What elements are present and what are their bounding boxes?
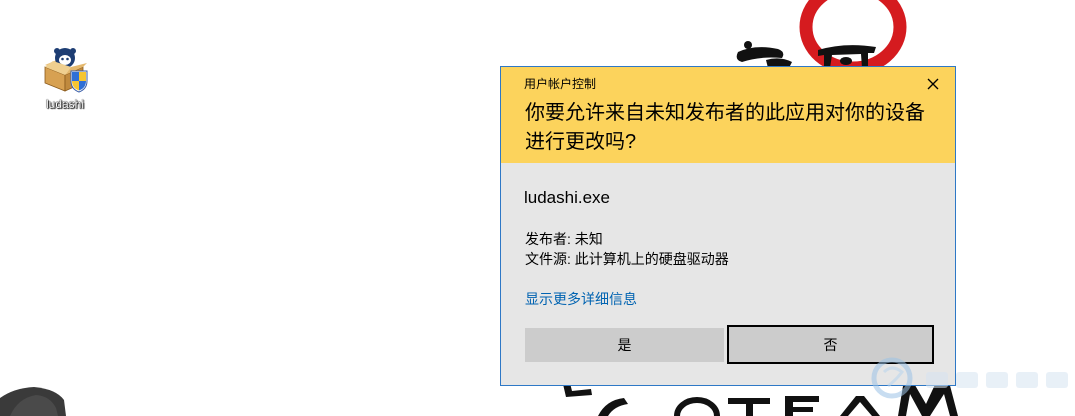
ludashi-installer-icon: [44, 48, 88, 93]
uac-dialog: 用户帐户控制 你要允许来自未知发布者的此应用对你的设备进行更改吗? ludash…: [500, 66, 956, 386]
brush-blob: [840, 57, 852, 65]
close-button[interactable]: [922, 73, 944, 95]
brush-stroke: [746, 398, 753, 416]
brush-stroke: [598, 398, 628, 416]
mascot-eye: [61, 57, 64, 61]
mascot-face: [59, 55, 71, 65]
brush-stroke: [840, 396, 880, 416]
brush-stroke: [785, 396, 819, 402]
brush-ring: [674, 397, 720, 416]
dark-shape-bottom-left: [0, 387, 66, 416]
desktop-icon-ludashi[interactable]: ludashi: [35, 45, 95, 111]
brush-stroke: [785, 407, 813, 412]
red-brush-ring: [799, 0, 907, 75]
yes-button-label: 是: [617, 337, 632, 353]
red-brush-circle: [799, 0, 907, 75]
show-details-link[interactable]: 显示更多详细信息: [525, 289, 637, 309]
uac-question: 你要允许来自未知发布者的此应用对你的设备进行更改吗?: [525, 102, 925, 153]
dialog-title: 用户帐户控制: [524, 77, 597, 91]
no-button[interactable]: 否: [727, 325, 934, 364]
close-icon: [927, 78, 939, 90]
uac-header: 用户帐户控制 你要允许来自未知发布者的此应用对你的设备进行更改吗?: [501, 67, 955, 163]
desktop-icon-label: ludashi: [45, 97, 85, 111]
publisher-info: 发布者: 未知: [525, 231, 603, 247]
shield-quadrant: [72, 72, 79, 81]
shield-quadrant: [79, 72, 86, 81]
program-name: ludashi.exe: [524, 188, 611, 207]
file-origin-info: 文件源: 此计算机上的硬盘驱动器: [525, 251, 729, 267]
brush-drop: [744, 41, 752, 49]
mascot-eye: [66, 57, 69, 61]
yes-button[interactable]: 是: [525, 328, 724, 362]
no-button-label: 否: [823, 336, 838, 353]
